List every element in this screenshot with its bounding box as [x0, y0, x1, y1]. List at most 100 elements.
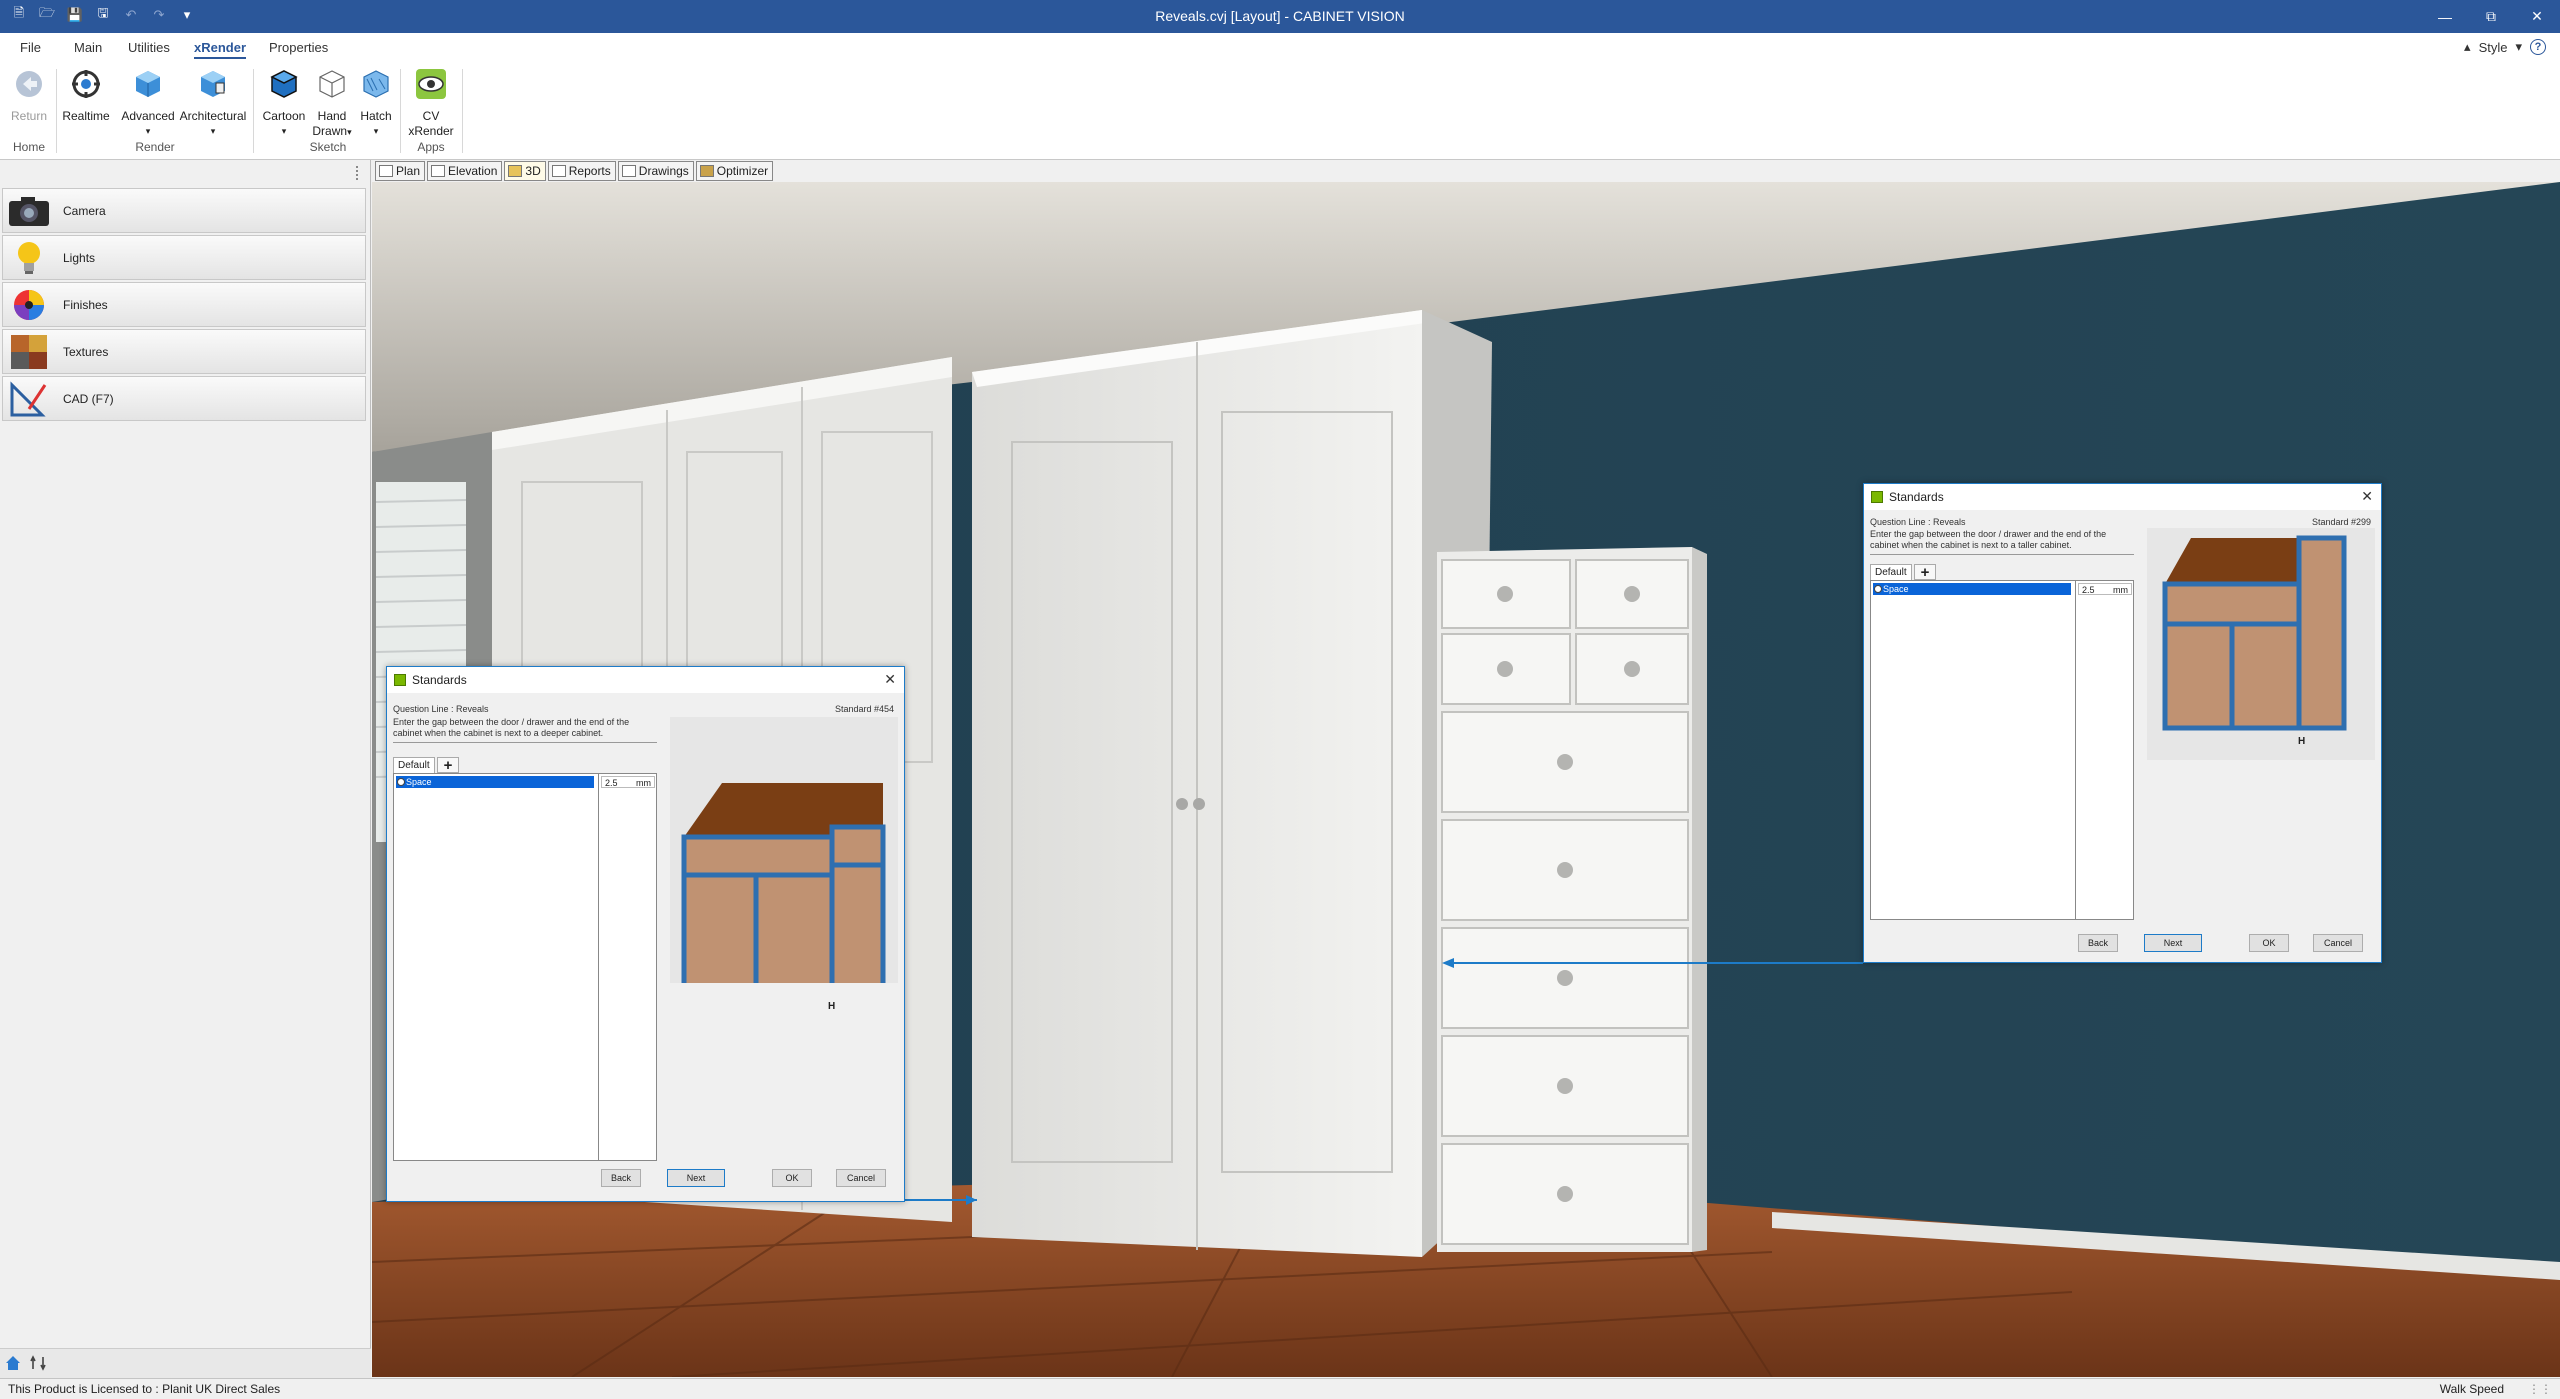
help-icon[interactable]: ? [2530, 39, 2546, 55]
parameters-grid: Space 2.5 mm [393, 773, 657, 1161]
panel-item-label: Finishes [63, 297, 108, 312]
add-tab-icon[interactable]: + [1914, 564, 1936, 580]
panel-item-label: Textures [63, 344, 109, 359]
view-tab-plan[interactable]: Plan [375, 161, 426, 181]
grid-row-space[interactable]: Space [1873, 583, 2071, 595]
view-tab-elevation[interactable]: Elevation [427, 161, 503, 181]
elevation-icon [431, 165, 446, 177]
status-bar: This Product is Licensed to : Planit UK … [0, 1378, 2560, 1399]
minimize-icon[interactable]: — [2422, 0, 2468, 33]
view-tab-optimizer[interactable]: Optimizer [695, 161, 774, 181]
advanced-render-icon [136, 71, 160, 97]
panel-item-textures[interactable]: Textures [2, 329, 366, 374]
ok-button[interactable]: OK [2249, 934, 2289, 952]
space-value-input[interactable]: 2.5 mm [2078, 583, 2132, 595]
tab-main[interactable]: Main [74, 40, 102, 55]
hatch-icon [363, 70, 389, 98]
hand-drawn-icon [319, 70, 345, 98]
next-button[interactable]: Next [667, 1169, 725, 1187]
group-label-render: Render [135, 140, 175, 154]
return-button[interactable]: Return [9, 67, 49, 124]
group-separator [56, 69, 57, 153]
group-label-home: Home [12, 140, 45, 154]
xrender-side-panel: Camera Lights Finishes Textures CAD (F7) [0, 160, 371, 1379]
cancel-button[interactable]: Cancel [2313, 934, 2363, 952]
advanced-dropdown-icon: ▾ [145, 126, 151, 136]
panel-grip-handle[interactable] [356, 166, 360, 180]
space-value-input[interactable]: 2.5 mm [601, 776, 655, 788]
standards-dialog-deeper: Standards ✕ Question Line : Reveals Stan… [386, 666, 905, 1202]
group-label-sketch: Sketch [309, 140, 347, 154]
view-tab-3d[interactable]: 3D [504, 161, 546, 181]
panel-item-lights[interactable]: Lights [2, 235, 366, 280]
cad-ruler-icon [7, 379, 51, 419]
add-tab-icon[interactable]: + [437, 757, 459, 773]
panel-item-finishes[interactable]: Finishes [2, 282, 366, 327]
ribbon: Return Home Realtime Advanced ▾ Architec… [0, 63, 2560, 160]
cartoon-dropdown-icon: ▾ [281, 126, 287, 136]
panel-item-camera[interactable]: Camera [2, 188, 366, 233]
question-description: Enter the gap between the door / drawer … [393, 717, 657, 743]
next-button[interactable]: Next [2144, 934, 2202, 952]
question-description: Enter the gap between the door / drawer … [1870, 529, 2134, 555]
ok-button[interactable]: OK [772, 1169, 812, 1187]
advanced-button[interactable]: Advanced ▾ [118, 67, 178, 139]
architectural-render-icon [201, 71, 225, 97]
grid-divider [2075, 581, 2076, 919]
title-bar: 🗎 🗁 💾 🖫 ↶ ↷ ▾ Reveals.cvj [Layout] - CAB… [0, 0, 2560, 33]
panel-item-label: Camera [63, 203, 106, 218]
row-radio-icon [1874, 585, 1882, 593]
panel-item-cad[interactable]: CAD (F7) [2, 376, 366, 421]
preview-label: H [828, 1001, 836, 1012]
dialog-title-bar: Standards ✕ [387, 667, 904, 693]
cartoon-button[interactable]: Cartoon ▾ [258, 67, 310, 139]
hatch-button[interactable]: Hatch ▾ [356, 67, 396, 139]
style-menu[interactable]: ▴ Style ▾ ? [2464, 39, 2546, 55]
home-icon[interactable] [5, 1355, 21, 1371]
tab-utilities[interactable]: Utilities [128, 40, 170, 55]
tab-properties[interactable]: Properties [269, 40, 328, 55]
3d-icon [508, 165, 523, 177]
dialog-close-icon[interactable]: ✕ [2361, 488, 2373, 505]
standards-icon [394, 674, 406, 686]
parameters-grid: Space 2.5 mm [1870, 580, 2134, 920]
group-separator [400, 69, 401, 153]
cancel-button[interactable]: Cancel [836, 1169, 886, 1187]
standard-number: Standard #454 [834, 704, 894, 714]
standard-number: Standard #299 [2311, 517, 2371, 527]
row-radio-icon [397, 778, 405, 786]
tab-xrender[interactable]: xRender [194, 40, 247, 59]
preview-label: H [2298, 736, 2306, 747]
tab-file[interactable]: File [20, 40, 41, 55]
question-line-label: Question Line : Reveals [393, 704, 489, 714]
grid-row-space[interactable]: Space [396, 776, 594, 788]
back-button[interactable]: Back [2078, 934, 2118, 952]
style-label: Style [2478, 39, 2508, 55]
reveal-taller-diagram [2162, 535, 2347, 731]
resize-grip-icon[interactable]: ⋮⋮ [2528, 1382, 2552, 1396]
architectural-button[interactable]: Architectural ▾ [178, 67, 248, 139]
close-icon[interactable]: ✕ [2514, 0, 2560, 33]
back-button[interactable]: Back [601, 1169, 641, 1187]
reports-icon [551, 165, 566, 177]
tab-default[interactable]: Default [1870, 564, 1912, 580]
tab-default[interactable]: Default [393, 757, 435, 773]
dialog-close-icon[interactable]: ✕ [884, 671, 896, 688]
hand-drawn-button[interactable]: Hand Drawn▾ [308, 67, 356, 140]
camera-icon [7, 191, 51, 231]
standards-dialog-taller: Standards ✕ Question Line : Reveals Stan… [1863, 483, 2382, 963]
style-caret-icon: ▴ [2464, 39, 2471, 54]
architectural-dropdown-icon: ▾ [210, 126, 216, 136]
dialog-title-bar: Standards ✕ [1864, 484, 2381, 510]
view-tab-drawings[interactable]: Drawings [617, 161, 694, 181]
view-tab-reports[interactable]: Reports [547, 161, 616, 181]
cv-xrender-eye-icon [416, 69, 446, 99]
standards-icon [1871, 491, 1883, 503]
walk-speed-label: Walk Speed [2439, 1382, 2504, 1396]
restore-icon[interactable]: ⧉ [2468, 0, 2514, 33]
navigate-icon[interactable] [30, 1355, 46, 1371]
realtime-button[interactable]: Realtime [60, 67, 112, 124]
reveal-deeper-diagram [681, 783, 886, 990]
cv-xrender-button[interactable]: CV xRender [404, 67, 458, 139]
group-separator [462, 69, 463, 153]
